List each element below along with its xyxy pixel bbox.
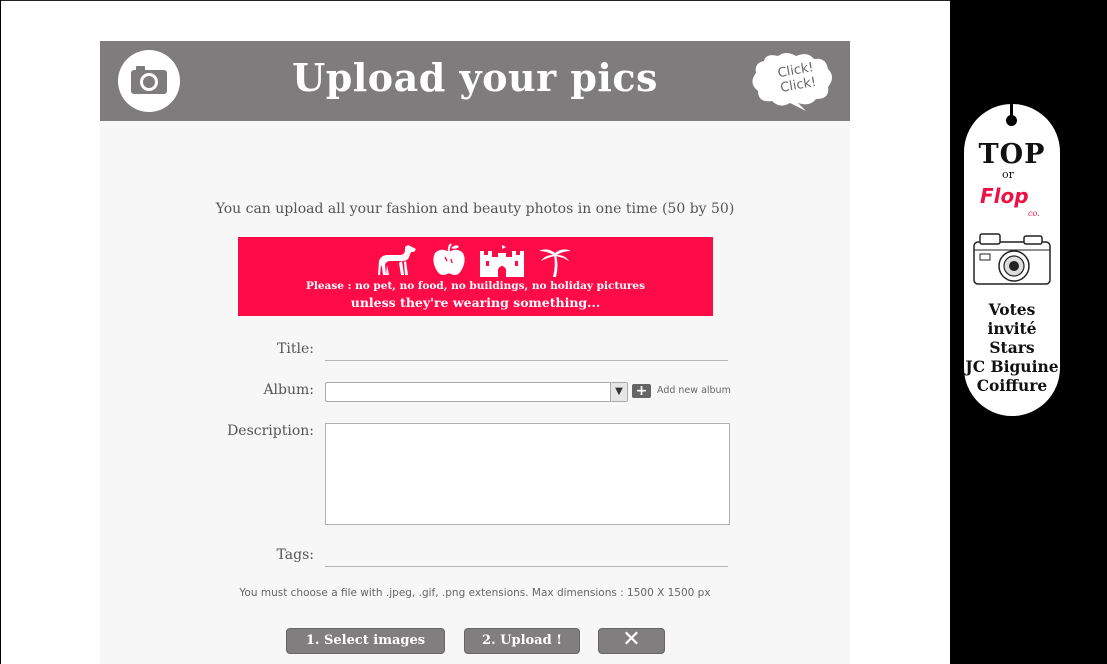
promo-line-stars: Stars bbox=[989, 338, 1035, 357]
palm-tree-icon bbox=[539, 249, 572, 277]
apple-icon bbox=[433, 243, 465, 275]
description-textarea[interactable] bbox=[325, 423, 730, 525]
album-label: Album: bbox=[263, 382, 314, 398]
file-requirements-note: You must choose a file with .jpeg, .gif,… bbox=[239, 587, 711, 599]
promo-line-votes: Votes bbox=[988, 300, 1036, 319]
tags-label: Tags: bbox=[276, 547, 314, 563]
castle-icon bbox=[480, 245, 525, 277]
dog-icon bbox=[377, 245, 416, 275]
tag-hole bbox=[1006, 115, 1017, 126]
promo-co-text: co. bbox=[1028, 209, 1040, 218]
promo-line-invite: invité bbox=[987, 319, 1037, 338]
upload-dialog: Upload your pics Click! Click! You can u… bbox=[100, 41, 850, 664]
banner-rule-text: Please : no pet, no food, no buildings, … bbox=[305, 280, 645, 292]
close-button[interactable]: ✕ bbox=[598, 628, 665, 654]
promo-flop-text: Flop bbox=[980, 184, 1029, 208]
promo-or-text: or bbox=[1002, 168, 1014, 181]
page-top-border bbox=[0, 0, 950, 1]
chevron-down-icon[interactable]: ▼ bbox=[610, 383, 627, 401]
description-label: Description: bbox=[227, 423, 314, 439]
tags-input[interactable] bbox=[325, 543, 728, 567]
album-select[interactable]: ▼ bbox=[325, 382, 628, 402]
promo-line-coiffure: Coiffure bbox=[976, 376, 1048, 395]
page-left-border bbox=[0, 0, 1, 664]
upload-button[interactable]: 2. Upload ! bbox=[464, 628, 580, 654]
title-input[interactable] bbox=[325, 337, 728, 361]
select-images-button[interactable]: 1. Select images bbox=[286, 628, 445, 654]
intro-text: You can upload all your fashion and beau… bbox=[215, 201, 735, 217]
rules-banner: Please : no pet, no food, no buildings, … bbox=[238, 237, 713, 316]
dialog-title: Upload your pics bbox=[292, 55, 658, 100]
top-or-flop-promo-tag[interactable]: TOP or Flop co. Votes invité Stars JC Bi… bbox=[964, 104, 1060, 416]
title-label: Title: bbox=[277, 341, 314, 357]
banner-exception-text: unless they're wearing something... bbox=[350, 295, 601, 310]
plus-icon[interactable]: + bbox=[632, 384, 651, 398]
banner-icons bbox=[238, 243, 713, 279]
vintage-camera-icon bbox=[973, 233, 1051, 285]
add-album-label[interactable]: Add new album bbox=[657, 385, 731, 396]
dialog-header: Upload your pics Click! Click! bbox=[100, 41, 850, 121]
promo-line-jc-biguine: JC Biguine bbox=[965, 357, 1059, 376]
promo-top-text: TOP bbox=[978, 139, 1046, 170]
